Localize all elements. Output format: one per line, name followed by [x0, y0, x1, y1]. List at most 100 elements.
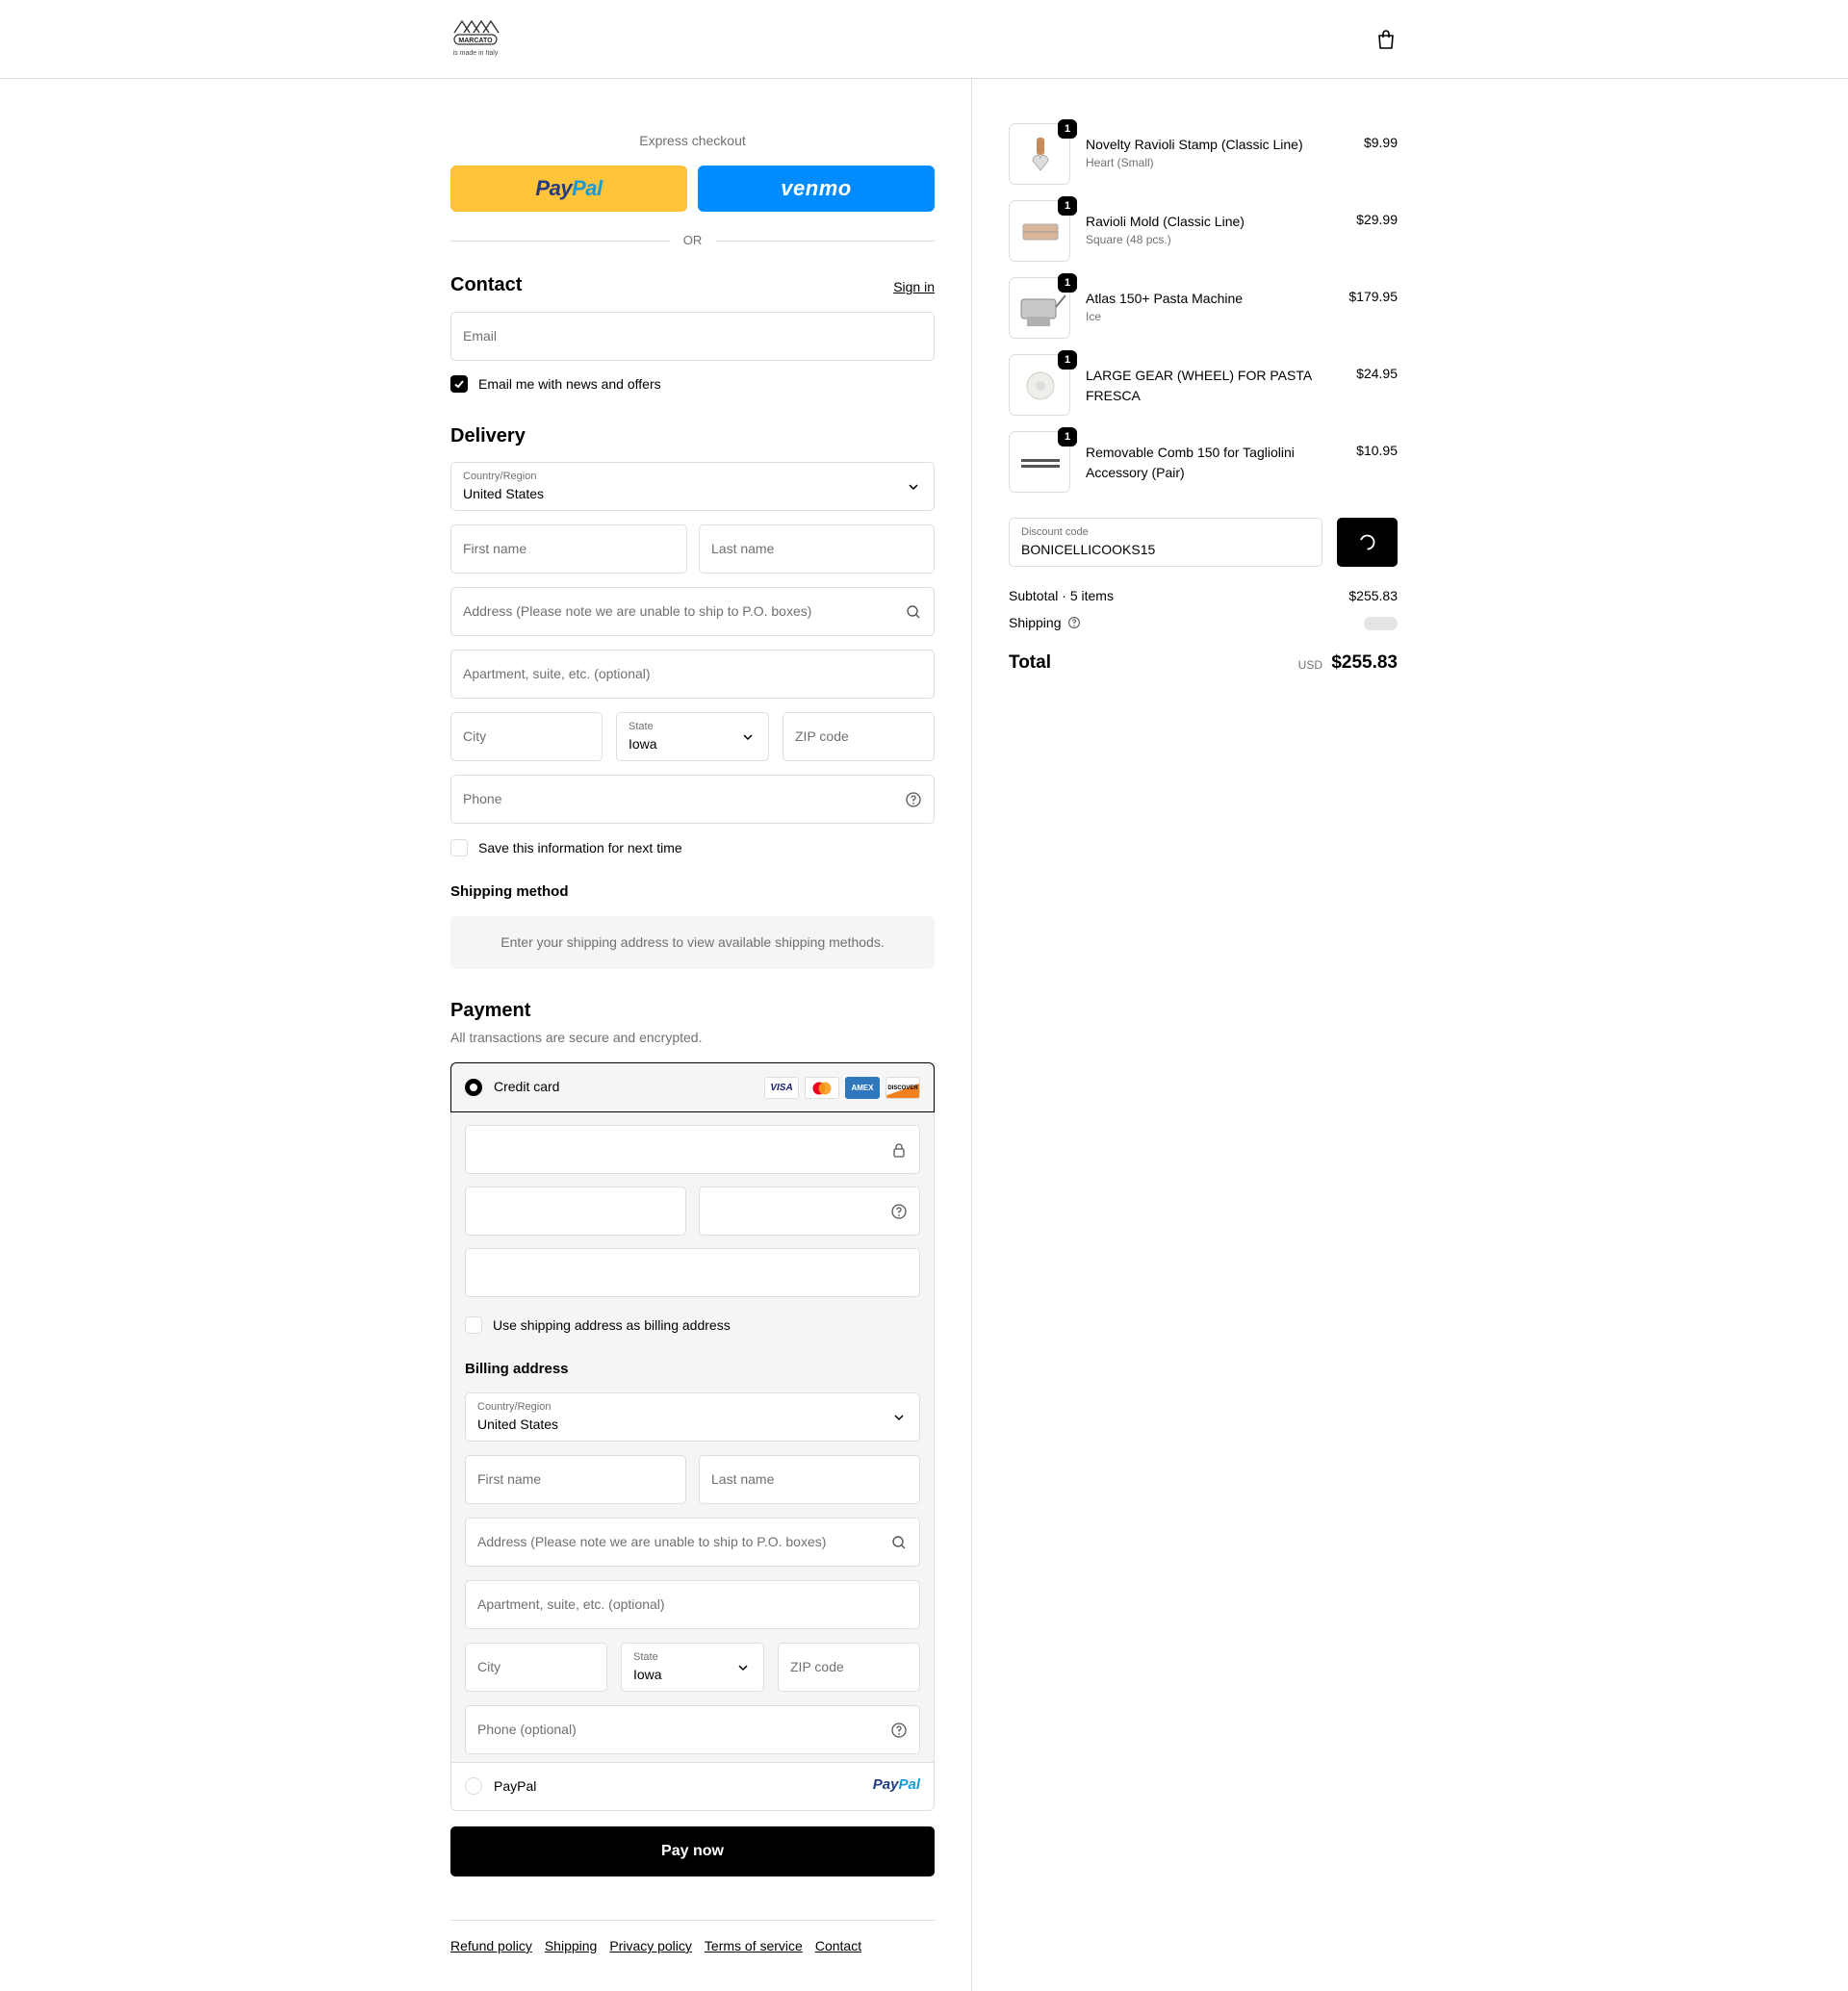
- shipping-link[interactable]: Shipping: [545, 1938, 598, 1953]
- card-expiry-field[interactable]: [465, 1187, 686, 1236]
- state-value: Iowa: [629, 736, 657, 752]
- billing-phone-field[interactable]: Phone (optional): [465, 1705, 920, 1754]
- discount-code-field[interactable]: Discount code BONICELLICOOKS15: [1009, 518, 1322, 567]
- cart-item: 1 Removable Comb 150 for Tagliolini Acce…: [1009, 427, 1398, 495]
- email-placeholder: Email: [463, 328, 498, 344]
- item-variant: Ice: [1086, 310, 1102, 323]
- footer-links: Refund policy Shipping Privacy policy Te…: [450, 1938, 861, 1953]
- divider-line: [715, 241, 935, 242]
- express-checkout-title: Express checkout: [639, 133, 746, 148]
- save-info-checkbox[interactable]: [450, 839, 468, 856]
- billing-city-field[interactable]: City: [465, 1643, 607, 1692]
- subtotal-value: $255.83: [1348, 588, 1398, 603]
- billing-title: Billing address: [465, 1361, 569, 1377]
- card-brand-icons: VISA AMEX DISCOVER: [764, 1077, 920, 1099]
- refund-policy-link[interactable]: Refund policy: [450, 1938, 532, 1953]
- zip-placeholder: ZIP code: [795, 728, 849, 744]
- card-name-field[interactable]: [465, 1248, 920, 1297]
- discount-value: BONICELLICOOKS15: [1021, 542, 1156, 557]
- billing-apartment-field[interactable]: Apartment, suite, etc. (optional): [465, 1580, 920, 1629]
- chevron-down-icon: [909, 484, 918, 491]
- paypal-express-button[interactable]: PayPal: [450, 166, 687, 212]
- paypal-logo: PayPal: [535, 176, 603, 200]
- billing-zip-field[interactable]: ZIP code: [778, 1643, 920, 1692]
- pay-now-button[interactable]: Pay now: [450, 1826, 935, 1876]
- shipping-method-message: Enter your shipping address to view avai…: [450, 916, 935, 969]
- subtotal-row: Subtotal · 5 items $255.83: [1009, 588, 1398, 603]
- last-name-placeholder: Last name: [711, 541, 775, 556]
- billing-first-name-field[interactable]: First name: [465, 1455, 686, 1504]
- credit-card-radio[interactable]: [465, 1079, 482, 1096]
- phone-field[interactable]: Phone: [450, 775, 935, 824]
- or-divider: OR: [450, 231, 935, 250]
- zip-field[interactable]: ZIP code: [783, 712, 935, 761]
- item-price: $10.95: [1356, 443, 1398, 458]
- credit-card-option[interactable]: Credit card VISA AMEX DISCOVER: [450, 1062, 935, 1112]
- quantity-badge: 1: [1058, 427, 1077, 447]
- help-icon[interactable]: [890, 1203, 908, 1220]
- card-number-field[interactable]: [465, 1125, 920, 1174]
- chevron-down-icon: [738, 1665, 748, 1672]
- payment-title: Payment: [450, 1000, 531, 1021]
- sign-in-link[interactable]: Sign in: [893, 279, 935, 294]
- quantity-badge: 1: [1058, 119, 1077, 139]
- item-variant: Heart (Small): [1086, 156, 1154, 169]
- paypal-radio[interactable]: [465, 1777, 482, 1795]
- search-icon: [892, 1536, 906, 1549]
- credit-card-form: Use shipping address as billing address …: [451, 1112, 934, 1763]
- column-divider: [971, 79, 972, 1991]
- billing-state-select[interactable]: State Iowa: [621, 1643, 764, 1692]
- item-price: $179.95: [1348, 289, 1398, 304]
- country-label: Country/Region: [463, 471, 537, 482]
- chevron-down-icon: [894, 1415, 904, 1421]
- shipping-method-title: Shipping method: [450, 883, 569, 900]
- state-select[interactable]: State Iowa: [616, 712, 769, 761]
- amex-icon: AMEX: [845, 1077, 880, 1099]
- billing-address-field[interactable]: Address (Please note we are unable to sh…: [465, 1518, 920, 1567]
- help-icon[interactable]: [1067, 616, 1081, 629]
- apartment-field[interactable]: Apartment, suite, etc. (optional): [450, 650, 935, 699]
- email-field[interactable]: Email: [450, 312, 935, 361]
- cart-item: 1 Ravioli Mold (Classic Line) Square (48…: [1009, 196, 1398, 264]
- help-icon[interactable]: [905, 791, 922, 808]
- header: MARCATO is made in Italy: [0, 0, 1848, 79]
- payment-note: All transactions are secure and encrypte…: [450, 1030, 703, 1045]
- subtotal-label: Subtotal · 5 items: [1009, 588, 1114, 603]
- item-name: Atlas 150+ Pasta Machine: [1086, 291, 1244, 306]
- billing-country-select[interactable]: Country/Region United States: [465, 1392, 920, 1442]
- shopping-bag-icon[interactable]: [1376, 29, 1396, 50]
- billing-city-placeholder: City: [477, 1659, 501, 1674]
- item-variant: Square (48 pcs.): [1086, 233, 1171, 246]
- country-select[interactable]: Country/Region United States: [450, 462, 935, 511]
- news-checkbox[interactable]: [450, 375, 468, 393]
- first-name-field[interactable]: First name: [450, 524, 687, 574]
- venmo-express-button[interactable]: venmo: [698, 166, 935, 212]
- quantity-badge: 1: [1058, 350, 1077, 370]
- chevron-down-icon: [743, 734, 753, 741]
- apply-discount-button[interactable]: [1337, 518, 1398, 567]
- item-price: $29.99: [1356, 212, 1398, 227]
- paypal-option[interactable]: PayPal PayPal: [451, 1763, 934, 1810]
- apartment-placeholder: Apartment, suite, etc. (optional): [463, 666, 651, 681]
- city-field[interactable]: City: [450, 712, 603, 761]
- privacy-policy-link[interactable]: Privacy policy: [609, 1938, 692, 1953]
- help-icon[interactable]: [890, 1722, 908, 1739]
- total-label: Total: [1009, 652, 1051, 673]
- address-field[interactable]: Address (Please note we are unable to sh…: [450, 587, 935, 636]
- last-name-field[interactable]: Last name: [699, 524, 935, 574]
- lock-icon: [893, 1143, 905, 1158]
- discover-icon: DISCOVER: [886, 1077, 920, 1099]
- card-cvv-field[interactable]: [699, 1187, 920, 1236]
- item-name: Ravioli Mold (Classic Line): [1086, 214, 1245, 229]
- discount-label: Discount code: [1021, 526, 1089, 538]
- credit-card-label: Credit card: [494, 1079, 560, 1094]
- billing-first-name-placeholder: First name: [477, 1471, 542, 1487]
- billing-last-name-field[interactable]: Last name: [699, 1455, 920, 1504]
- state-label: State: [629, 721, 654, 732]
- use-shipping-checkbox[interactable]: [465, 1316, 482, 1334]
- delivery-title: Delivery: [450, 425, 526, 447]
- terms-of-service-link[interactable]: Terms of service: [705, 1938, 803, 1953]
- contact-link[interactable]: Contact: [815, 1938, 861, 1953]
- mastercard-icon: [805, 1077, 839, 1099]
- total-value: $255.83: [1331, 652, 1398, 673]
